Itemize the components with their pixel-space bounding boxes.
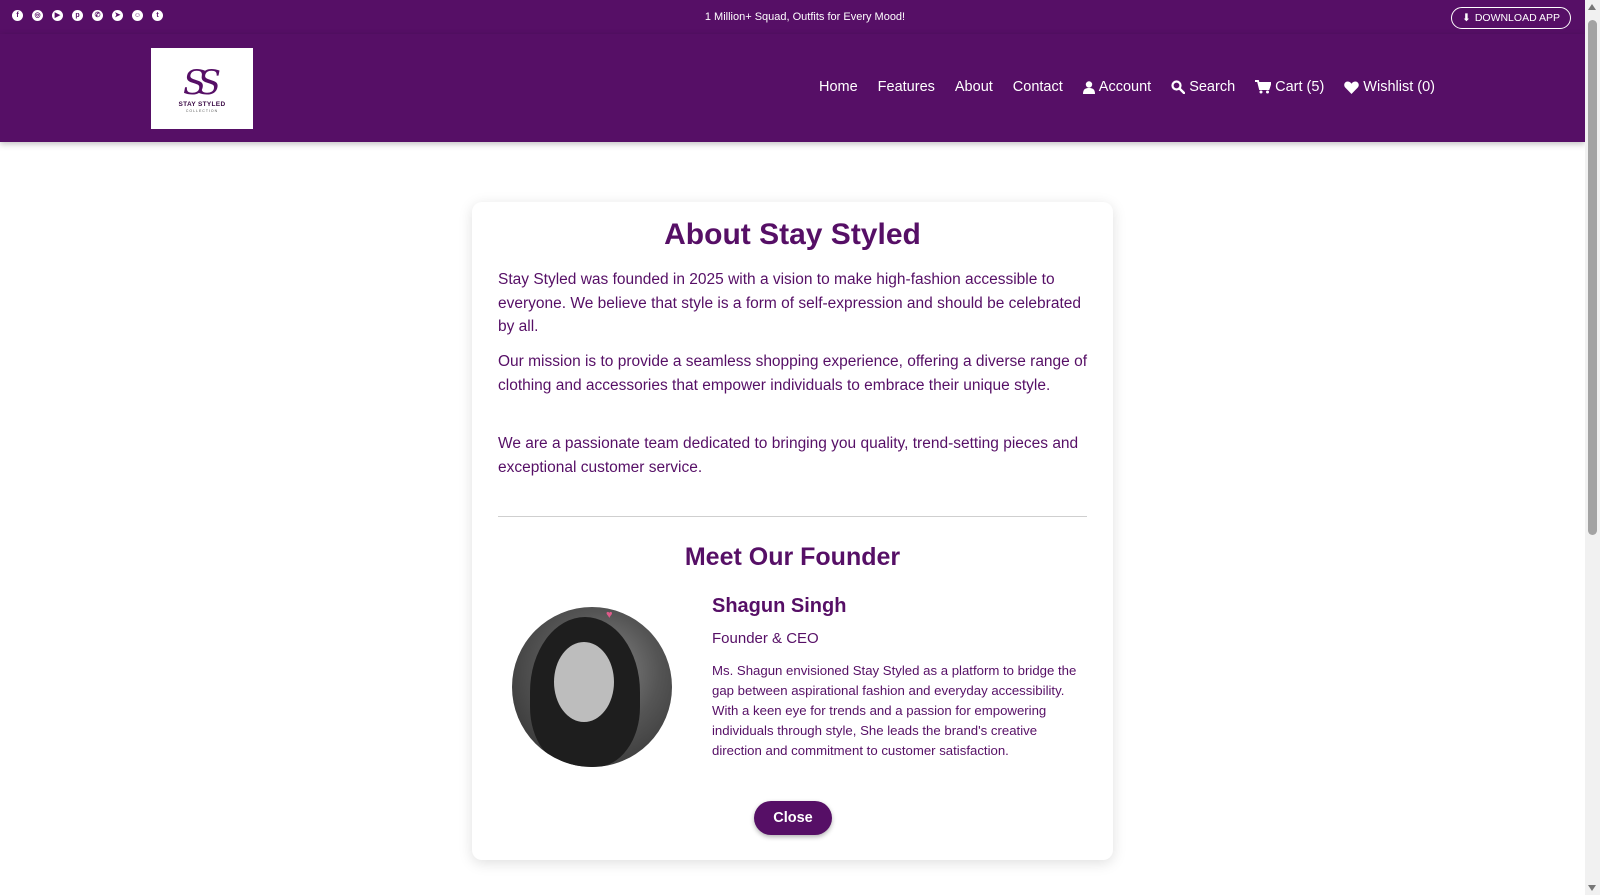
- nav-features-label: Features: [877, 79, 935, 95]
- promo-text: 1 Million+ Squad, Outfits for Every Mood…: [704, 11, 906, 23]
- divider: [498, 516, 1087, 517]
- scrollbar[interactable]: [1585, 0, 1600, 895]
- heart-icon: [1344, 81, 1360, 94]
- logo-mark: SS: [183, 62, 221, 103]
- nav-wishlist[interactable]: Wishlist (0): [1344, 79, 1435, 95]
- site-header: SS STAY STYLED COLLECTION Home Features …: [0, 34, 1585, 142]
- top-bar: f ◎ ▶ p ✆ ➤ ☺ t 1 Million+ Squad, Outfit…: [0, 0, 1585, 34]
- about-modal: About Stay Styled Stay Styled was founde…: [472, 202, 1113, 860]
- logo-text: STAY STYLED: [178, 100, 226, 108]
- nav-features[interactable]: Features: [878, 79, 935, 95]
- heart-icon: ♥: [606, 609, 613, 621]
- nav-search[interactable]: Search: [1171, 79, 1235, 95]
- founder-section-title: Meet Our Founder: [684, 543, 901, 571]
- cart-icon: [1255, 80, 1272, 94]
- nav-contact[interactable]: Contact: [1013, 79, 1063, 95]
- search-icon: [1171, 80, 1186, 94]
- nav-home-label: Home: [818, 79, 858, 95]
- founder-bio: Ms. Shagun envisioned Stay Styled as a p…: [712, 663, 1077, 758]
- nav-wishlist-label: Wishlist (0): [1363, 79, 1435, 95]
- nav-home[interactable]: Home: [819, 79, 858, 95]
- main-nav: Home Features About Contact Account Sear…: [819, 79, 1435, 95]
- close-button[interactable]: Close: [754, 801, 832, 835]
- about-paragraph: Our mission is to provide a seamless sho…: [498, 353, 1088, 394]
- nav-about[interactable]: About: [955, 79, 993, 95]
- nav-account-label: Account: [1098, 79, 1152, 95]
- about-title: About Stay Styled: [664, 218, 921, 251]
- scroll-down-arrow-icon[interactable]: [1588, 885, 1596, 891]
- founder-avatar: ♥: [512, 607, 672, 767]
- scrollbar-thumb[interactable]: [1588, 20, 1597, 535]
- nav-about-label: About: [954, 79, 993, 95]
- logo-subtext: COLLECTION: [185, 108, 219, 113]
- founder-role: Founder & CEO: [712, 630, 819, 647]
- download-app-button[interactable]: ⬇ DOWNLOAD APP: [1451, 7, 1571, 29]
- nav-account[interactable]: Account: [1082, 79, 1152, 95]
- download-icon: ⬇: [1462, 12, 1471, 24]
- nav-contact-label: Contact: [1012, 79, 1063, 95]
- about-paragraph: Stay Styled was founded in 2025 with a v…: [498, 271, 1082, 335]
- nav-cart-label: Cart (5): [1275, 79, 1325, 95]
- logo[interactable]: SS STAY STYLED COLLECTION: [151, 48, 253, 129]
- download-app-label: DOWNLOAD APP: [1474, 12, 1560, 24]
- user-icon: [1082, 80, 1095, 94]
- founder-name: Shagun Singh: [712, 595, 847, 617]
- about-paragraph: We are a passionate team dedicated to br…: [498, 435, 1079, 476]
- scroll-up-arrow-icon[interactable]: [1588, 4, 1596, 10]
- nav-search-label: Search: [1189, 79, 1236, 95]
- nav-cart[interactable]: Cart (5): [1255, 79, 1324, 95]
